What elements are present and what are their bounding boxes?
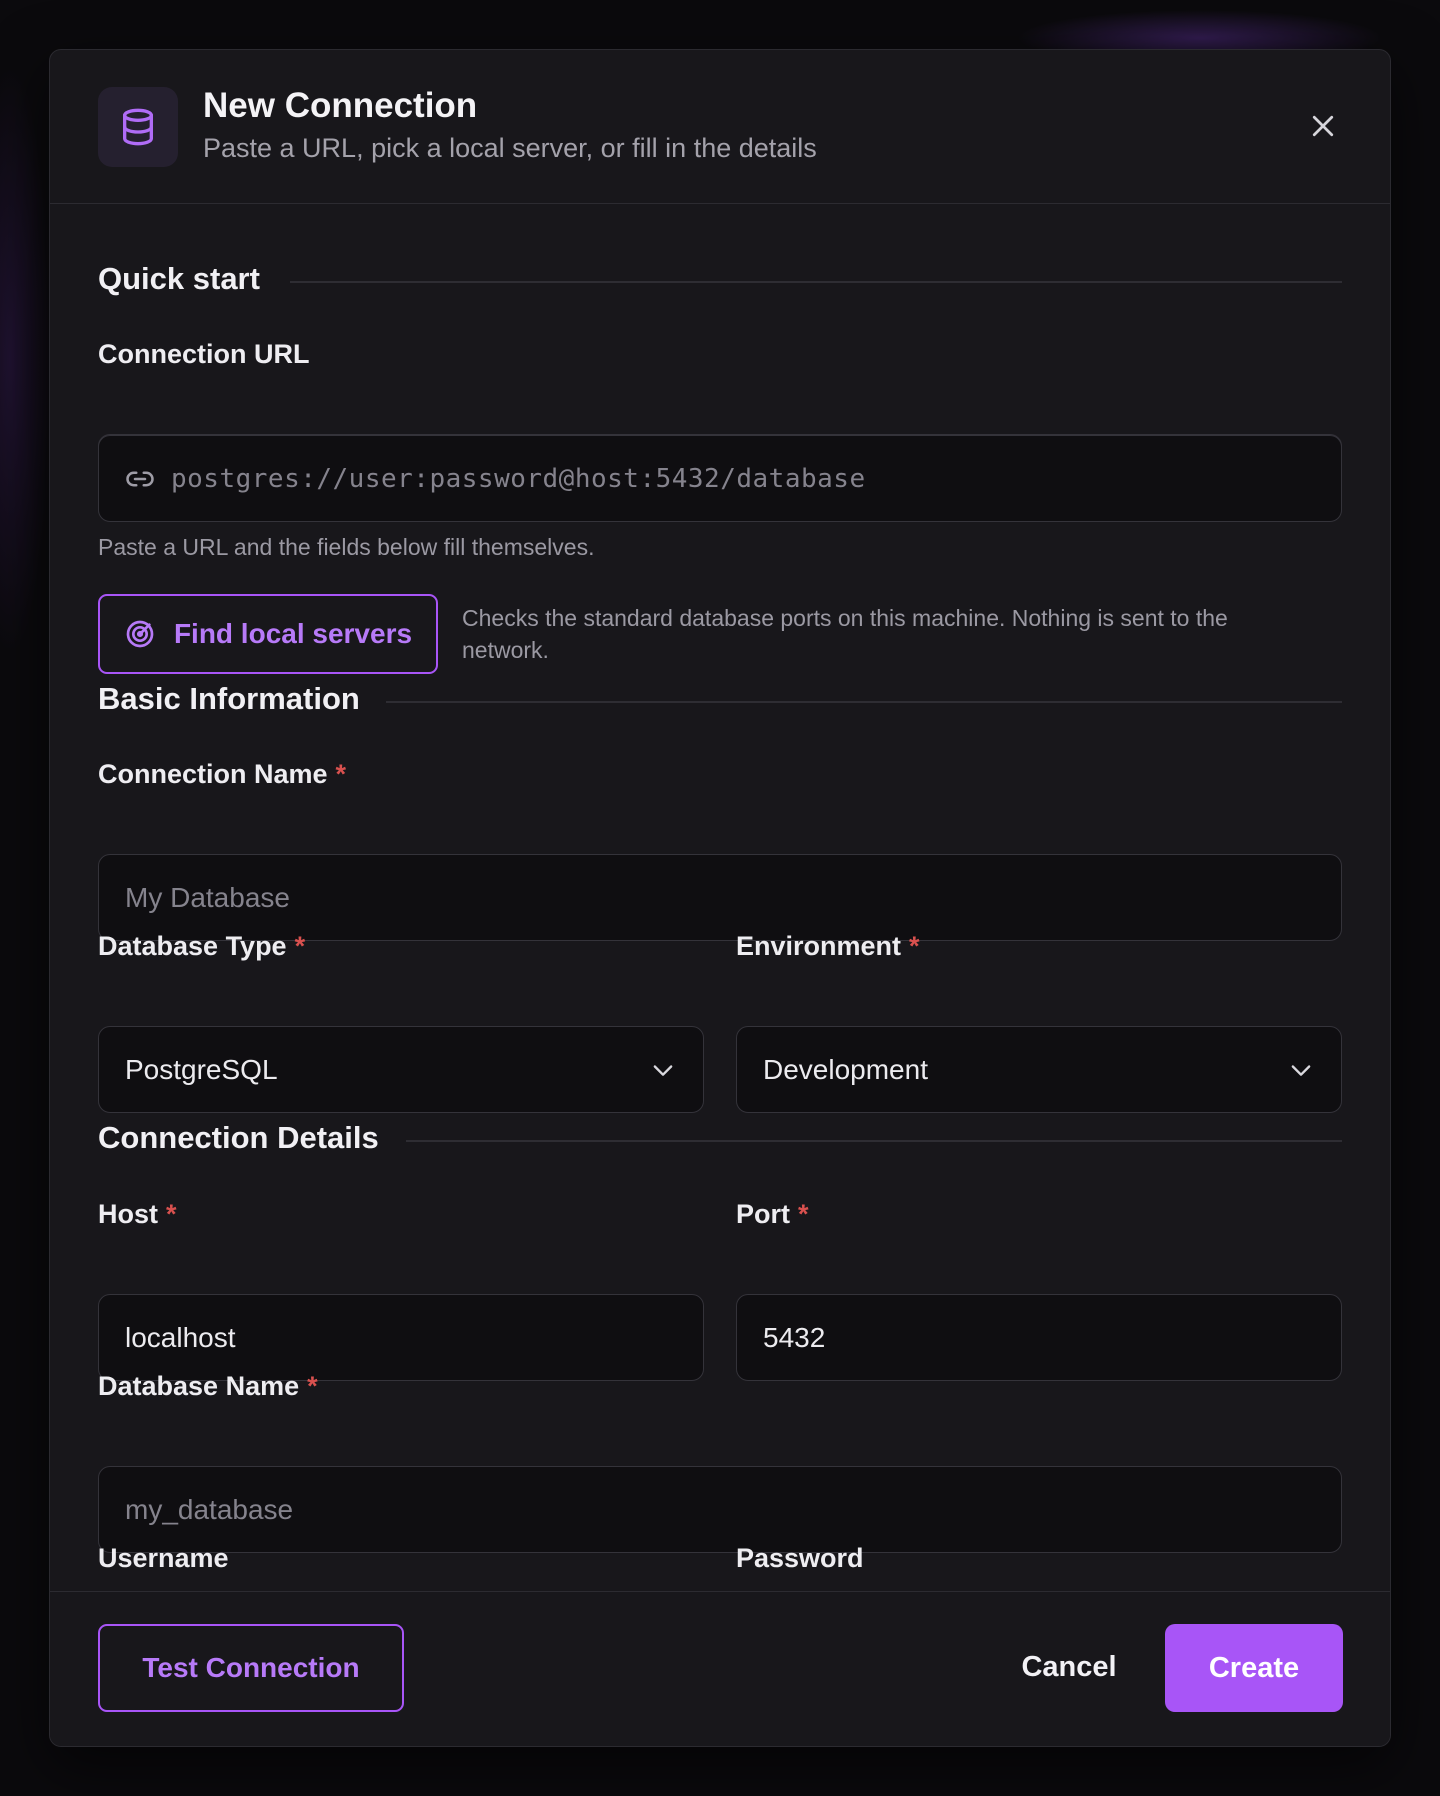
find-local-servers-label: Find local servers — [173, 618, 413, 649]
connection-url-input[interactable]: postgres://user:password@host:5432/datab… — [98, 435, 1342, 522]
required-mark: * — [798, 1199, 809, 1229]
radar-icon — [126, 620, 154, 648]
host-value: localhost — [125, 1321, 236, 1353]
port-value: 5432 — [763, 1321, 826, 1353]
required-mark: * — [307, 1371, 318, 1401]
find-local-servers-button[interactable]: Find local servers — [98, 594, 438, 674]
database-name-label: Database Name * — [98, 1371, 318, 1401]
environment-value: Development — [763, 1053, 928, 1085]
database-type-label: Database Type * — [98, 931, 306, 961]
required-mark: * — [166, 1199, 177, 1229]
database-icon — [98, 87, 178, 167]
dialog-header: New Connection Paste a URL, pick a local… — [50, 50, 1390, 204]
port-input[interactable]: 5432 — [736, 1294, 1342, 1381]
database-type-value: PostgreSQL — [125, 1053, 278, 1085]
connection-url-label: Connection URL — [98, 339, 310, 369]
password-label: Password — [736, 1543, 864, 1573]
database-type-select[interactable]: PostgreSQL — [98, 1026, 704, 1113]
close-icon — [1312, 115, 1334, 137]
connection-name-placeholder: My Database — [125, 881, 290, 913]
section-title-connection-details: Connection Details — [98, 1120, 379, 1155]
host-label: Host * — [98, 1199, 177, 1229]
chevron-down-icon — [1287, 1056, 1315, 1084]
link-icon — [126, 471, 154, 486]
section-title-quick-start: Quick start — [98, 261, 260, 296]
section-divider — [290, 281, 1342, 283]
section-divider — [386, 701, 1342, 703]
dialog-subtitle: Paste a URL, pick a local server, or fil… — [203, 133, 817, 163]
section-divider — [406, 1140, 1342, 1142]
create-button[interactable]: Create — [1165, 1624, 1343, 1712]
dialog-footer: Test Connection Cancel Create — [50, 1591, 1390, 1746]
required-mark: * — [294, 931, 306, 961]
chevron-down-icon — [649, 1056, 677, 1084]
test-connection-button[interactable]: Test Connection — [98, 1624, 404, 1712]
new-connection-dialog: New Connection Paste a URL, pick a local… — [49, 49, 1391, 1747]
dialog-title: New Connection — [203, 86, 478, 125]
connection-url-helper: Paste a URL and the fields below fill th… — [98, 534, 595, 560]
dialog-body: Quick start Connection URL postgres://us… — [50, 205, 1390, 1642]
connection-name-label: Connection Name * — [98, 759, 347, 789]
environment-label: Environment * — [736, 931, 920, 961]
close-button[interactable] — [1302, 105, 1344, 147]
database-name-input[interactable]: my_database — [98, 1466, 1342, 1553]
username-label: Username — [98, 1543, 229, 1573]
environment-select[interactable]: Development — [736, 1026, 1342, 1113]
connection-url-placeholder: postgres://user:password@host:5432/datab… — [171, 463, 866, 494]
find-local-servers-note: Checks the standard database ports on th… — [462, 605, 1228, 663]
database-name-placeholder: my_database — [125, 1493, 294, 1525]
test-connection-label: Test Connection — [142, 1652, 360, 1683]
connection-name-input[interactable]: My Database — [98, 854, 1342, 941]
required-mark: * — [335, 759, 347, 789]
port-label: Port * — [736, 1199, 809, 1229]
required-mark: * — [909, 931, 920, 961]
cancel-button[interactable]: Cancel — [996, 1624, 1142, 1710]
host-input[interactable]: localhost — [98, 1294, 704, 1381]
section-title-basic-information: Basic Information — [98, 681, 360, 716]
